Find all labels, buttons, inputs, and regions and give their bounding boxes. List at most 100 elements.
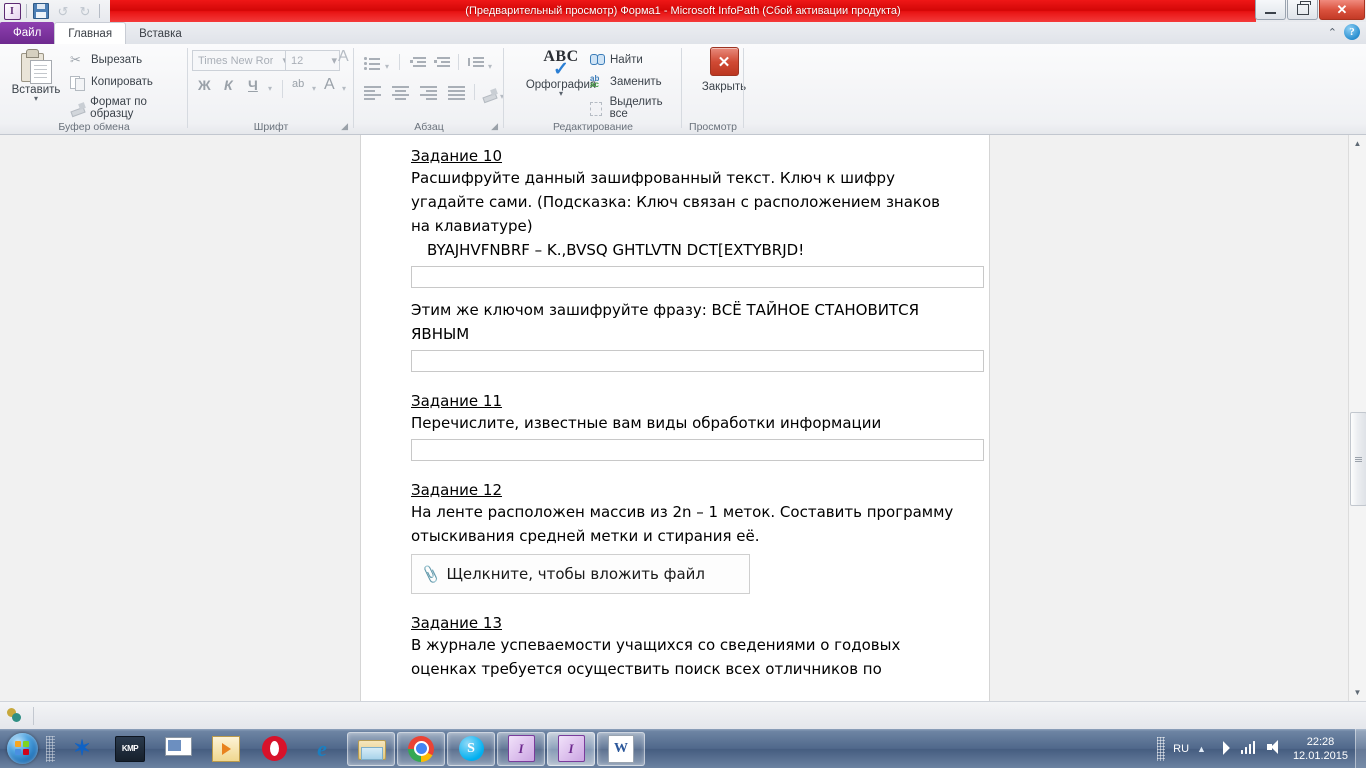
underline-dropdown-icon[interactable]: ▾ xyxy=(268,84,272,93)
replace-label: Заменить xyxy=(610,75,662,88)
font-color-button[interactable]: A xyxy=(324,76,335,94)
taskbar-item-remote-desktop[interactable] xyxy=(155,733,201,765)
replace-icon: ab ac xyxy=(590,74,600,89)
font-name-combobox[interactable]: Times New Ror ▾ xyxy=(192,50,291,71)
taskbar-item-internet-explorer[interactable]: e xyxy=(299,733,345,765)
clock-date: 12.01.2015 xyxy=(1292,749,1348,762)
infopath-logo-icon: I xyxy=(3,2,21,20)
align-left-button[interactable] xyxy=(364,86,381,100)
save-button[interactable] xyxy=(31,2,51,20)
answer-field-11[interactable] xyxy=(411,439,984,461)
tab-home[interactable]: Главная xyxy=(54,22,127,45)
paperclip-icon: 📎 xyxy=(420,563,442,584)
cut-button[interactable]: ✂ Вырезать xyxy=(70,52,142,68)
task-block-13: Задание 13 В журнале успеваемости учащих… xyxy=(411,614,961,681)
taskbar-item-opera[interactable] xyxy=(251,733,297,765)
taskbar-grip[interactable] xyxy=(46,735,55,762)
volume-icon[interactable] xyxy=(1267,740,1285,758)
internet-explorer-icon: e xyxy=(317,735,327,761)
answer-field-10[interactable] xyxy=(411,266,984,288)
bullet-dropdown-icon[interactable]: ▾ xyxy=(385,62,389,71)
format-painter-button[interactable]: Формат по образцу xyxy=(70,96,188,120)
clear-formatting-icon[interactable]: A xyxy=(338,48,349,66)
tab-file-label: Файл xyxy=(13,27,42,39)
close-preview-button[interactable]: ✕ Закрыть xyxy=(694,47,754,93)
tab-insert[interactable]: Вставка xyxy=(126,23,195,44)
clock[interactable]: 22:28 12.01.2015 xyxy=(1293,735,1348,763)
kmp-player-icon: KMP xyxy=(115,735,145,762)
infopath-icon: I xyxy=(557,735,585,762)
divider xyxy=(399,54,400,70)
collapse-ribbon-icon[interactable]: ⌃ xyxy=(1328,26,1337,39)
scroll-down-button[interactable]: ▼ xyxy=(1349,684,1366,701)
answer-field-encrypt[interactable] xyxy=(411,350,984,372)
highlight-dropdown-icon[interactable]: ▾ xyxy=(312,84,316,93)
paste-dropdown-arrow[interactable]: ▾ xyxy=(34,95,38,103)
tab-file[interactable]: Файл xyxy=(0,22,55,44)
decrease-indent-button[interactable] xyxy=(410,56,427,69)
line-spacing-dropdown-icon[interactable]: ▾ xyxy=(488,62,492,71)
scroll-up-button[interactable]: ▲ xyxy=(1349,135,1366,152)
replace-button[interactable]: ab ac Заменить xyxy=(590,74,662,89)
redo-button[interactable]: ↻ xyxy=(75,2,95,20)
task-title: Задание 10 xyxy=(411,147,503,165)
spelling-dropdown-arrow[interactable]: ▾ xyxy=(559,90,563,98)
clipboard-group-label: Буфер обмена xyxy=(58,121,130,133)
vertical-scrollbar[interactable]: ▲ ▼ xyxy=(1348,135,1366,701)
find-button[interactable]: Найти xyxy=(590,52,643,67)
start-button[interactable] xyxy=(2,732,42,766)
taskbar-window-explorer[interactable] xyxy=(347,731,395,766)
taskbar-window-infopath-2[interactable]: I xyxy=(547,731,595,766)
align-justify-button[interactable] xyxy=(448,86,465,100)
scrollbar-thumb[interactable] xyxy=(1350,412,1366,506)
bullet-list-button[interactable] xyxy=(364,56,381,70)
close-window-button[interactable]: ✕ xyxy=(1319,0,1365,20)
network-signal-icon[interactable] xyxy=(1240,740,1259,758)
divider xyxy=(282,80,283,98)
line-spacing-button[interactable] xyxy=(468,56,485,69)
taskbar-window-chrome[interactable] xyxy=(397,731,445,766)
taskbar-window-word[interactable]: W xyxy=(597,731,645,766)
font-size-combobox[interactable]: 12 ▾ xyxy=(285,50,340,71)
task-text: Перечислите, известные вам виды обработк… xyxy=(411,414,882,432)
undo-button[interactable]: ↺ xyxy=(53,2,73,20)
font-name-value: Times New Ror xyxy=(198,54,274,67)
paste-button[interactable]: Вставить ▾ xyxy=(8,47,64,113)
preview-group-label: Просмотр xyxy=(689,121,737,133)
select-all-button[interactable]: Выделить все xyxy=(590,96,682,120)
language-indicator[interactable]: RU xyxy=(1173,743,1189,755)
shading-button[interactable] xyxy=(482,86,498,102)
font-color-dropdown-icon[interactable]: ▾ xyxy=(342,84,346,93)
align-right-button[interactable] xyxy=(420,86,437,100)
show-desktop-button[interactable] xyxy=(1355,729,1366,768)
copy-button[interactable]: Копировать xyxy=(70,74,153,91)
underline-button[interactable]: Ч xyxy=(248,77,258,93)
binoculars-icon xyxy=(590,52,605,67)
taskbar-item-kmp[interactable]: KMP xyxy=(107,733,153,765)
restore-button[interactable] xyxy=(1287,0,1318,20)
paragraph-dialog-launcher[interactable]: ◢ xyxy=(491,121,498,132)
taskbar-window-skype[interactable]: S xyxy=(447,731,495,766)
increase-indent-button[interactable] xyxy=(434,56,451,69)
kaspersky-icon[interactable] xyxy=(1215,740,1233,758)
file-attachment-control[interactable]: 📎 Щелкните, чтобы вложить файл xyxy=(411,554,750,594)
task-title: Задание 11 xyxy=(411,392,503,410)
show-hidden-icons-button[interactable]: ▲ xyxy=(1197,744,1206,754)
app-icon[interactable]: I xyxy=(2,2,22,20)
taskbar-item-bluetooth[interactable]: ✶ xyxy=(59,733,105,765)
select-all-icon xyxy=(590,101,605,116)
taskbar-window-infopath-1[interactable]: I xyxy=(497,731,545,766)
italic-button[interactable]: К xyxy=(224,77,233,93)
close-icon: ✕ xyxy=(1336,1,1348,17)
minimize-button[interactable] xyxy=(1255,0,1286,20)
help-icon[interactable]: ? xyxy=(1344,24,1360,40)
taskbar-item-media-player[interactable] xyxy=(203,733,249,765)
explorer-icon xyxy=(357,738,386,760)
align-center-button[interactable] xyxy=(392,86,409,100)
task-block-12: Задание 12 На ленте расположен массив из… xyxy=(411,481,961,594)
font-dialog-launcher[interactable]: ◢ xyxy=(341,121,348,132)
undo-icon: ↺ xyxy=(57,3,69,19)
highlight-button[interactable]: ab xyxy=(292,78,304,90)
window-title-area: (Предварительный просмотр) Форма1 - Micr… xyxy=(110,0,1256,22)
bold-button[interactable]: Ж xyxy=(198,77,211,93)
